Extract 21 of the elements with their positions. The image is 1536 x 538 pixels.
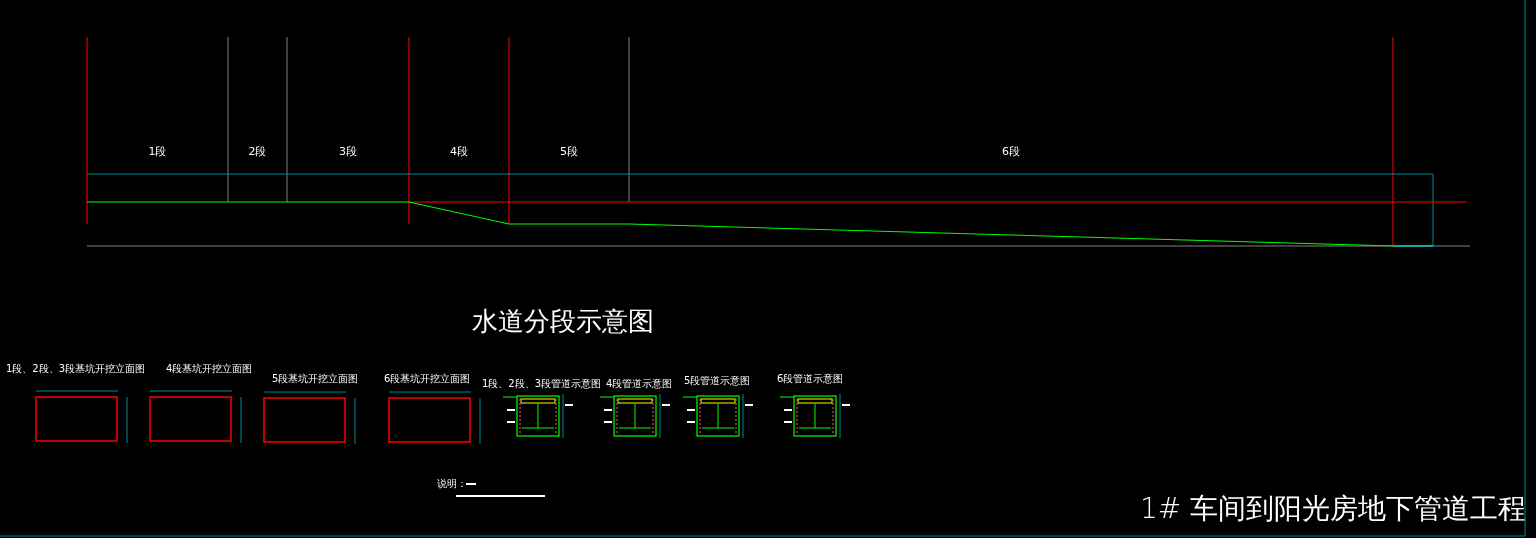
project-title: 1# 车间到阳光房地下管道工程 xyxy=(1140,492,1527,525)
segment-label: 5段 xyxy=(560,145,578,158)
pipe-section-drawing xyxy=(599,393,671,439)
pipe-section-drawing xyxy=(779,393,851,439)
pipe-section-title: 6段管道示意图 xyxy=(777,373,844,384)
pipe-section-drawing xyxy=(502,393,574,439)
elevation-title: 5段基坑开挖立面图 xyxy=(272,373,359,384)
segment-label: 3段 xyxy=(339,145,357,158)
elevation-title: 6段基坑开挖立面图 xyxy=(384,373,471,384)
notes-label: 说明： xyxy=(437,478,467,489)
segment-label: 4段 xyxy=(450,145,468,158)
elevation-title: 4段基坑开挖立面图 xyxy=(166,363,253,374)
elevation-title: 1段、2段、3段基坑开挖立面图 xyxy=(6,363,146,374)
segment-label: 1段 xyxy=(148,145,167,158)
segment-label: 2段 xyxy=(248,145,267,158)
drawing-title: 水道分段示意图 xyxy=(472,306,654,336)
pipe-section-drawing xyxy=(682,393,754,439)
pipe-section-title: 1段、2段、3段管道示意图 xyxy=(482,378,602,389)
pipe-section-title: 5段管道示意图 xyxy=(684,375,751,386)
segment-label: 6段 xyxy=(1002,145,1020,158)
pipe-section-title: 4段管道示意图 xyxy=(606,378,673,389)
